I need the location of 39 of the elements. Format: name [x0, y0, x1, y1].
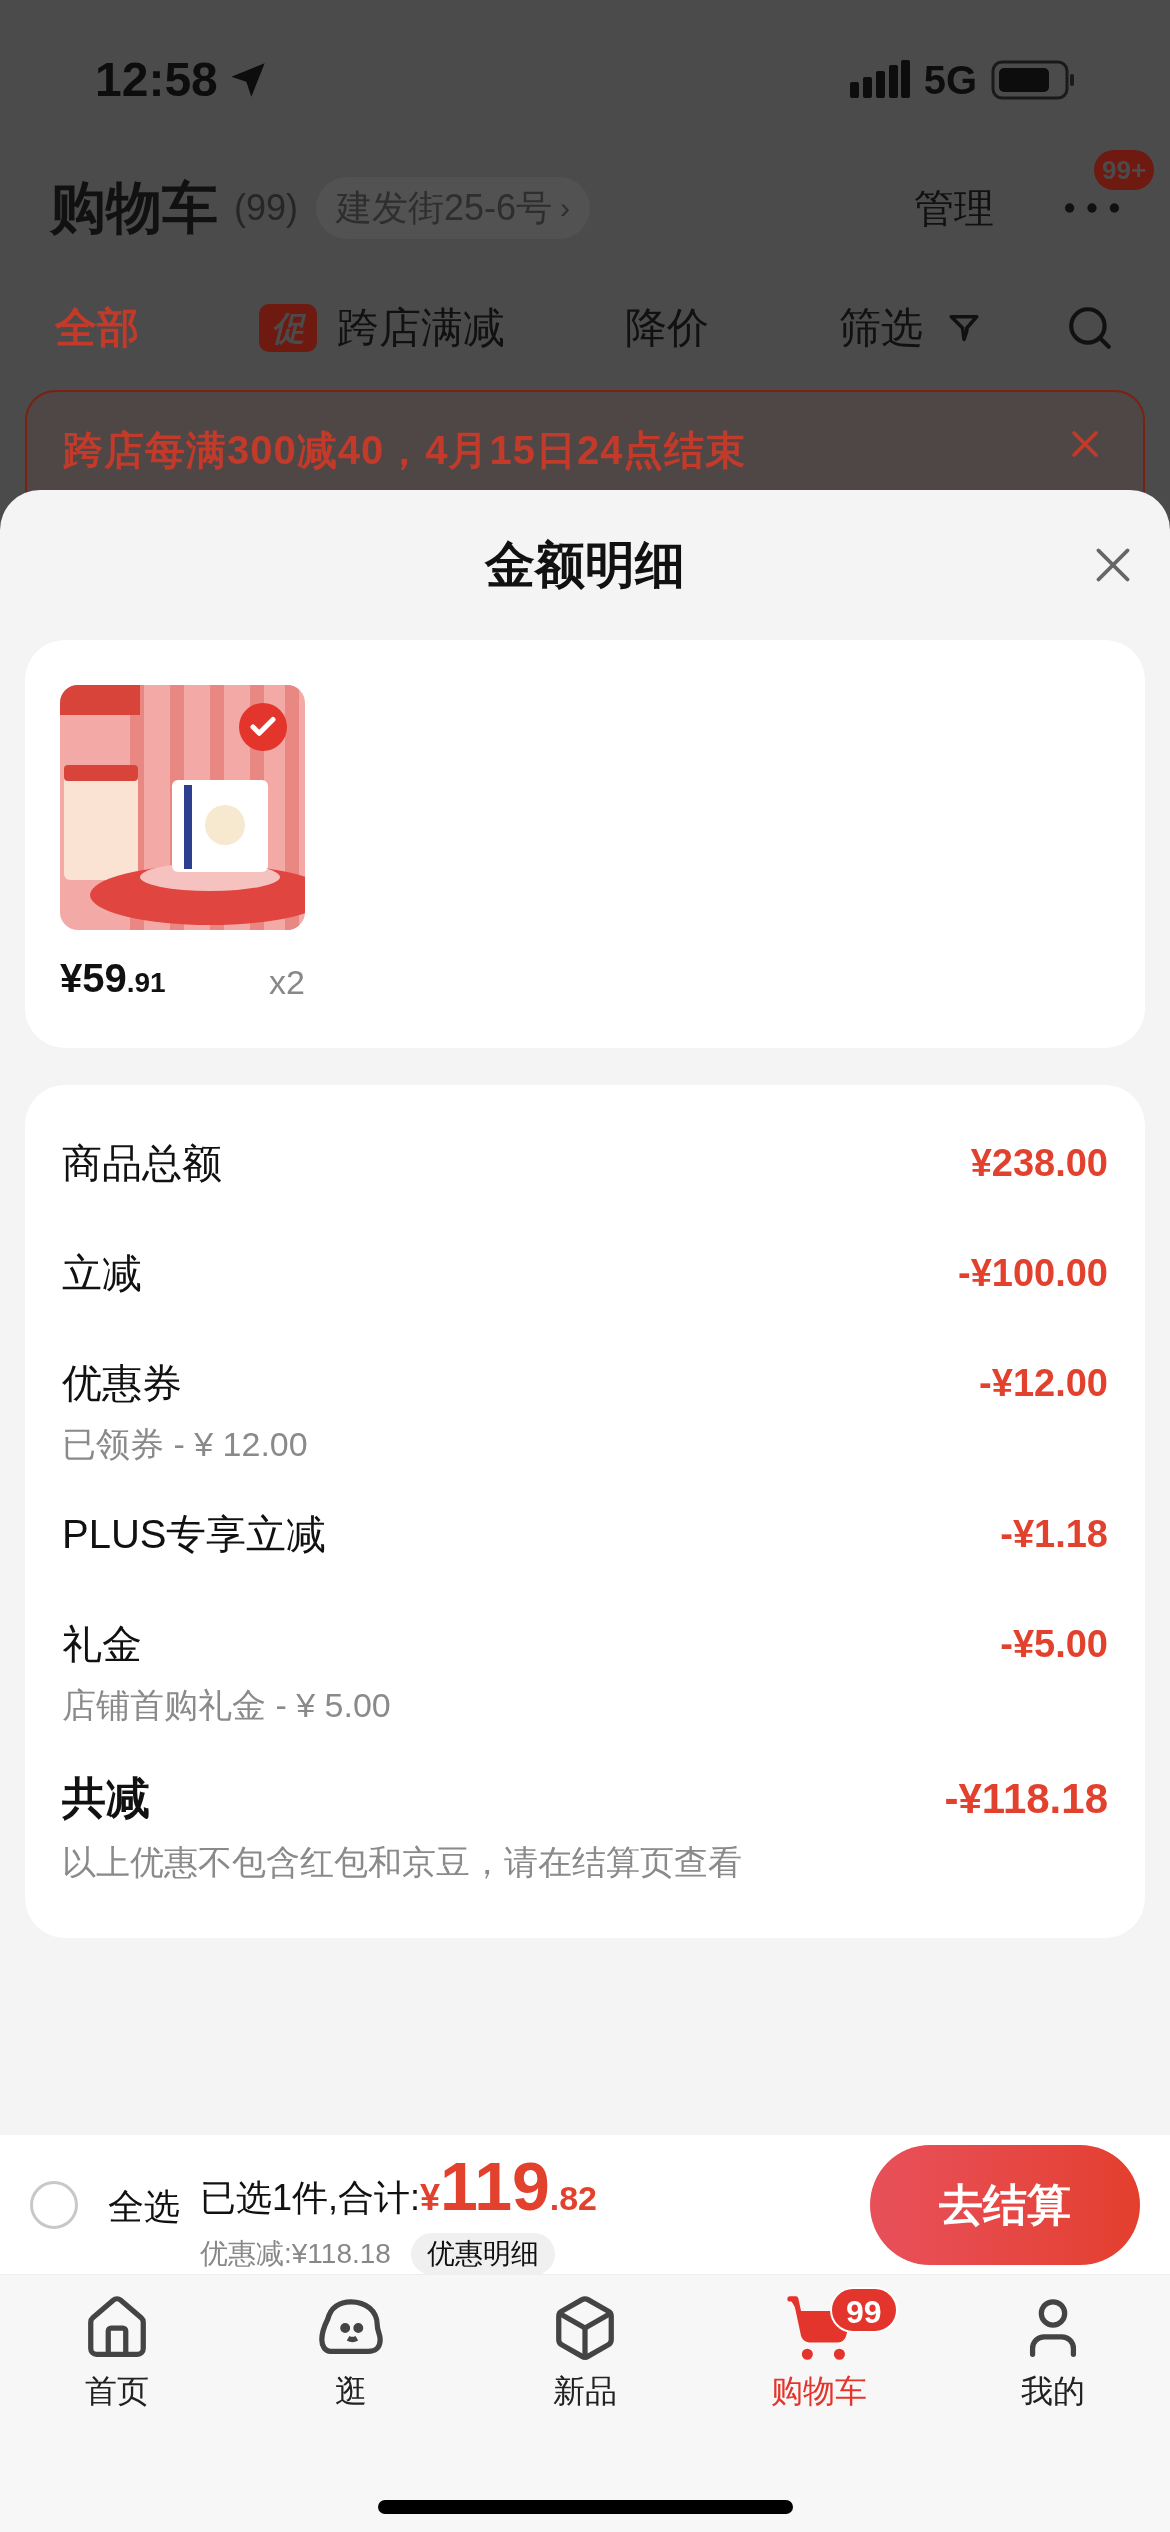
line-label: PLUS专享立减: [62, 1511, 327, 1558]
select-all-checkbox[interactable]: [30, 2180, 78, 2229]
line-value: -¥100.00: [958, 1250, 1108, 1296]
summary-label: 已选1件,合计:: [200, 2175, 421, 2220]
line-note: 店铺首购礼金 - ¥ 5.00: [62, 1685, 392, 1726]
line-value: -¥5.00: [1000, 1621, 1108, 1667]
page-title: 购物车: [50, 174, 218, 241]
line-label: 立减: [62, 1250, 142, 1297]
item-quantity: x2: [269, 962, 305, 1003]
checkout-button[interactable]: 去结算: [870, 2144, 1140, 2265]
tab-bar-item[interactable]: 我的: [936, 2283, 1170, 2415]
line-note: 已领券 - ¥ 12.00: [62, 1424, 309, 1465]
tab-bar-item[interactable]: 逛: [234, 2283, 468, 2415]
total-amount: ¥119.82: [420, 2146, 598, 2226]
line-label: 共减: [62, 1772, 150, 1824]
line-value: ¥238.00: [970, 1140, 1108, 1186]
discount-text: 优惠减:¥118.18: [200, 2236, 391, 2271]
line-label: 礼金: [62, 1621, 142, 1668]
line-label: 商品总额: [62, 1140, 222, 1187]
promo-text: 跨店每满300减40，4月15日24点结束: [63, 427, 747, 474]
tab-bar-item[interactable]: 首页: [0, 2283, 234, 2415]
more-icon[interactable]: [1064, 201, 1120, 214]
signal-icon: [849, 60, 910, 100]
network-label: 5G: [923, 57, 977, 104]
line-note: 以上优惠不包含红包和京豆，请在结算页查看: [62, 1842, 743, 1883]
line-value: -¥118.18: [944, 1773, 1108, 1824]
status-time: 12:58: [95, 52, 218, 108]
line-value: -¥1.18: [1000, 1511, 1108, 1557]
tab-bar-item[interactable]: 99 购物车: [702, 2283, 936, 2415]
notification-badge: 99+: [1094, 149, 1155, 190]
sheet-title: 金额明细: [485, 535, 685, 595]
line-label: 优惠券: [62, 1360, 182, 1407]
battery-icon: [991, 60, 1075, 100]
line-value: -¥12.00: [979, 1360, 1108, 1406]
tab-bar-item[interactable]: 新品: [468, 2283, 702, 2415]
select-all-label[interactable]: 全选: [108, 2179, 180, 2234]
discount-details-button[interactable]: 优惠明细: [410, 2232, 555, 2275]
cart-badge: 99: [830, 2287, 898, 2333]
item-price: ¥59.91: [60, 955, 166, 1002]
